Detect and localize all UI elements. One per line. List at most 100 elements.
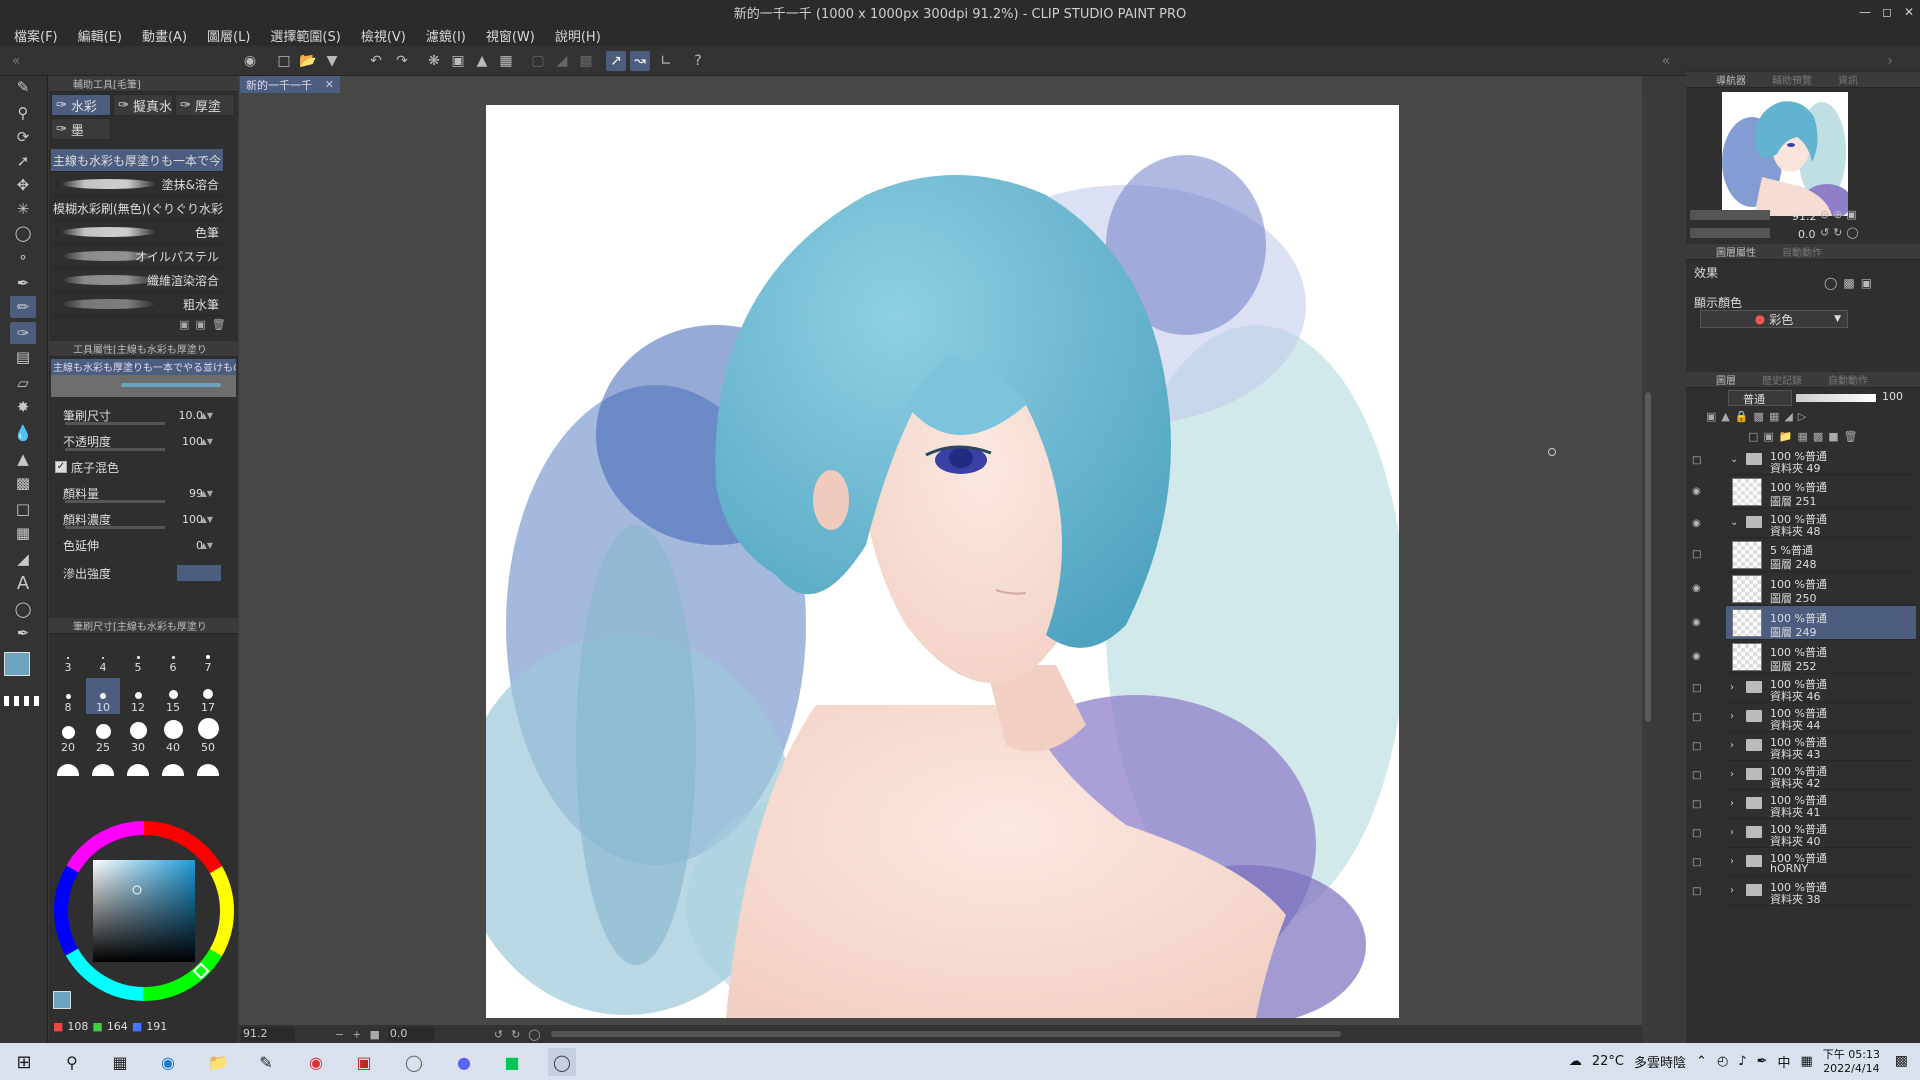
layer-row[interactable]: 100 %普通 圖層 249 [1726, 606, 1916, 640]
decoration-icon[interactable]: ✸ [10, 396, 36, 418]
invert-selection-icon[interactable]: ◢ [552, 51, 572, 71]
brush-item[interactable]: オイルパステル [51, 245, 223, 268]
edge-icon[interactable]: ◉ [154, 1048, 182, 1076]
layer-folder-row[interactable]: › 100 %普通 資料夾 38 [1726, 877, 1916, 906]
layer-folder-row[interactable]: › 100 %普通 資料夾 43 [1726, 732, 1916, 761]
airbrush-icon[interactable]: ▤ [10, 346, 36, 368]
rotate-left-icon[interactable]: ↺ [494, 1028, 503, 1041]
blend-row[interactable]: ✓ 底子混色 [55, 456, 225, 478]
rotate-right-icon[interactable]: ↻ [511, 1028, 520, 1041]
opacity-row[interactable]: 不透明度 100 ▲▼ [55, 430, 225, 452]
layer-visibility-eye-icon[interactable]: □ [1692, 799, 1701, 810]
layer-folder-row[interactable]: ⌄ 100 %普通 資料夾 49 [1726, 446, 1916, 475]
clip-studio-taskbar-icon[interactable]: ◯ [400, 1048, 428, 1076]
brush-size-option[interactable] [156, 758, 190, 776]
blend-checkbox[interactable]: ✓ [55, 461, 67, 473]
layer-folder-row[interactable]: › 100 %普通 hORNY [1726, 848, 1916, 877]
collapse-left-icon[interactable]: « [6, 51, 26, 71]
fill-tool-icon[interactable]: ▲ [10, 448, 36, 470]
menu-layer[interactable]: 圖層(L) [207, 26, 250, 45]
correct-line-icon[interactable]: ✒ [10, 622, 36, 644]
bleed-mode-select[interactable] [177, 565, 221, 581]
pencil-tool-icon[interactable]: ✏ [10, 296, 36, 318]
frame-tool-icon[interactable]: ▦ [10, 522, 36, 544]
discord-icon[interactable]: ● [450, 1048, 478, 1076]
snap-ruler-icon[interactable]: ↗ [606, 51, 626, 71]
chevron-right-icon[interactable]: › [1730, 711, 1734, 722]
new-file-icon[interactable]: □ [274, 51, 294, 71]
task-view-icon[interactable]: ▦ [106, 1048, 134, 1076]
layer-visibility-eye-icon[interactable]: □ [1692, 857, 1701, 868]
brush-size-option[interactable]: 50 [191, 718, 225, 754]
spinner-icon[interactable]: ▲▼ [201, 515, 213, 524]
layer-folder-row[interactable]: › 100 %普通 資料夾 41 [1726, 790, 1916, 819]
transparent-color-swatch[interactable] [4, 696, 44, 706]
menu-selection[interactable]: 選擇範圍(S) [270, 26, 340, 45]
figure-tool-icon[interactable]: □ [10, 498, 36, 520]
layer-row[interactable]: 100 %普通 圖層 250 [1726, 572, 1916, 606]
current-color-swatch[interactable] [53, 991, 71, 1009]
brush-size-option[interactable]: 40 [156, 718, 190, 754]
pen-tray-icon[interactable]: ✒ [1757, 1054, 1768, 1069]
paint-density-row[interactable]: 顏料濃度 100 ▲▼ [55, 508, 225, 530]
paint-amount-row[interactable]: 顏料量 99 ▲▼ [55, 482, 225, 504]
layer-visibility-eye-icon[interactable]: □ [1692, 828, 1701, 839]
main-color-swatch[interactable] [4, 652, 30, 676]
layer-visibility-eye-icon[interactable]: ◉ [1692, 518, 1701, 529]
brush-size-option[interactable]: 8 [51, 678, 85, 714]
move-tool-icon[interactable]: ✥ [10, 174, 36, 196]
rotation-field[interactable]: 0.0 [387, 1027, 434, 1041]
brush-item[interactable]: 模糊水彩刷(無色)(ぐりぐり水彩 [51, 197, 223, 220]
sub-tool-footer-icons[interactable]: ▣▣🗑 [179, 318, 232, 331]
brush-size-option[interactable]: 30 [121, 718, 155, 754]
layer-folder-row[interactable]: › 100 %普通 資料夾 46 [1726, 674, 1916, 703]
layer-visibility-eye-icon[interactable]: □ [1692, 770, 1701, 781]
brush-item[interactable]: 塗抹&溶合 [51, 173, 223, 196]
chevron-right-icon[interactable]: › [1730, 798, 1734, 809]
text-tool-icon[interactable]: A [10, 572, 36, 594]
display-color-select[interactable]: ● 彩色 ▼ [1700, 310, 1848, 328]
tab-auto-actions[interactable]: 自動動作 [1828, 372, 1868, 387]
zoom-tool-icon[interactable]: ⚲ [10, 102, 36, 124]
menu-edit[interactable]: 編輯(E) [78, 26, 122, 45]
clear-outside-icon[interactable]: ▣ [448, 51, 468, 71]
chevron-right-icon[interactable]: › [1730, 740, 1734, 751]
menu-view[interactable]: 檢視(V) [361, 26, 406, 45]
clock[interactable]: 下午 05:13 2022/4/14 [1823, 1048, 1880, 1076]
snap-grid-icon[interactable]: ∟ [656, 51, 676, 71]
brush-size-option[interactable]: 3 [51, 638, 85, 674]
layer-row[interactable]: 100 %普通 圖層 251 [1726, 475, 1916, 509]
chevron-right-icon[interactable]: › [1730, 827, 1734, 838]
clip-studio-paint-taskbar-icon[interactable]: ◯ [548, 1048, 576, 1076]
auto-select-icon[interactable]: ✳ [10, 198, 36, 220]
canvas-vertical-scrollbar[interactable] [1642, 92, 1654, 1032]
bleed-row[interactable]: 滲出強度 [55, 562, 225, 584]
artwork-canvas[interactable] [486, 105, 1399, 1018]
spinner-icon[interactable]: ▲▼ [201, 541, 213, 550]
close-icon[interactable]: ✕ [1898, 0, 1920, 24]
brush-size-option[interactable]: 10 [86, 678, 120, 714]
snap-special-ruler-icon[interactable]: ↝ [630, 51, 650, 71]
brush-item[interactable]: 纖維渲染溶合 [51, 269, 223, 292]
layer-row[interactable]: 5 %普通 圖層 248 [1726, 538, 1916, 572]
brush-item[interactable]: 色筆 [51, 221, 223, 244]
layer-visibility-eye-icon[interactable]: ◉ [1692, 651, 1701, 662]
minimize-icon[interactable]: — [1854, 0, 1876, 24]
brush-size-option[interactable]: 5 [121, 638, 155, 674]
open-file-icon[interactable]: 📂 [298, 51, 318, 71]
document-tab[interactable]: 新的一千一千 ✕ [240, 76, 340, 93]
menu-help[interactable]: 說明(H) [555, 26, 601, 45]
help-icon[interactable]: ? [688, 51, 708, 71]
zoom-out-icon[interactable]: − [335, 1028, 344, 1041]
sub-tool-tab-watercolor[interactable]: ✑ 水彩 [51, 94, 111, 116]
navigator-rotate-slider[interactable] [1690, 228, 1770, 238]
scroll-thumb[interactable] [1645, 392, 1651, 722]
layer-visibility-eye-icon[interactable]: □ [1692, 741, 1701, 752]
tray-chevron-up-icon[interactable]: ⌃ [1696, 1054, 1707, 1069]
layer-folder-row[interactable]: › 100 %普通 資料夾 40 [1726, 819, 1916, 848]
chevron-right-icon[interactable]: › [1730, 885, 1734, 896]
volume-icon[interactable]: ♪ [1738, 1054, 1746, 1069]
lasso-rotate-icon[interactable]: ⟳ [10, 126, 36, 148]
spinner-icon[interactable]: ▲▼ [201, 437, 213, 446]
eyedropper-icon[interactable]: ∘ [10, 246, 36, 268]
